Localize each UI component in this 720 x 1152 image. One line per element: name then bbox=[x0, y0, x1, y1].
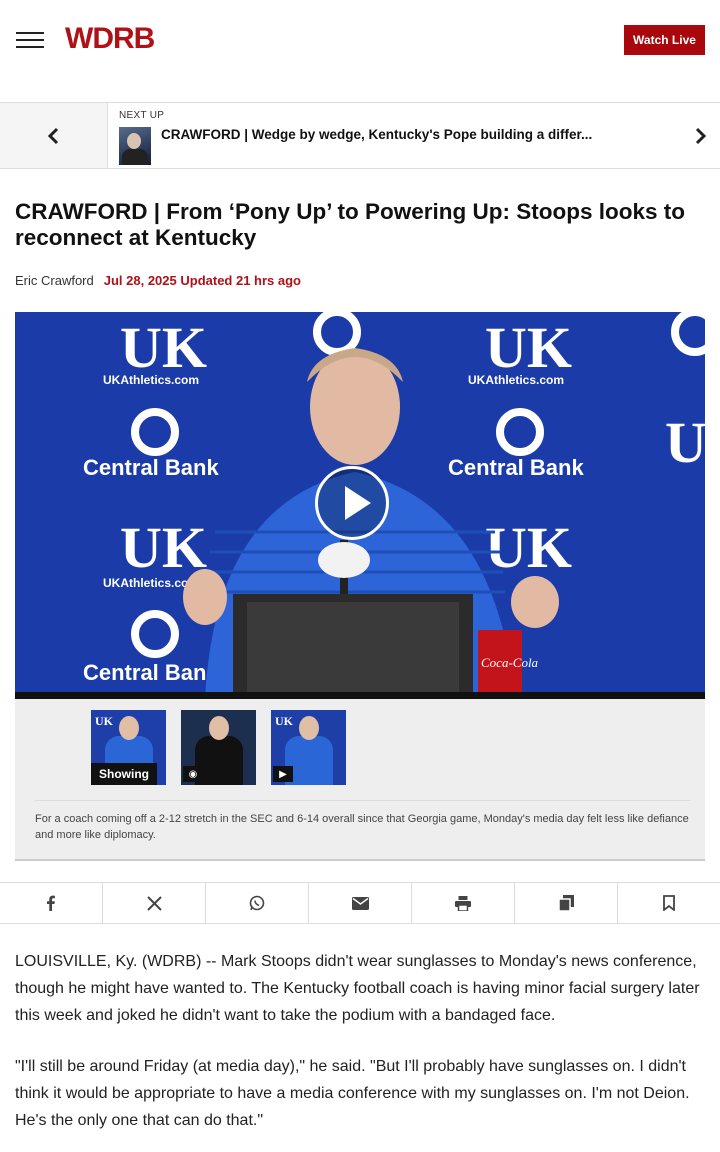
copy-link-button[interactable] bbox=[515, 883, 618, 923]
x-share-button[interactable] bbox=[103, 883, 206, 923]
video-player[interactable]: UK UK UK UK UK UKAthletics.com UKAthleti… bbox=[15, 312, 705, 699]
svg-text:Coca-Cola: Coca-Cola bbox=[481, 655, 539, 670]
play-icon: ▶ bbox=[273, 766, 293, 782]
bookmark-button[interactable] bbox=[618, 883, 720, 923]
article-paragraph: LOUISVILLE, Ky. (WDRB) -- Mark Stoops di… bbox=[15, 953, 700, 1024]
camera-icon: ◉ bbox=[183, 766, 203, 782]
share-toolbar bbox=[0, 882, 720, 924]
print-icon bbox=[455, 895, 471, 911]
email-icon bbox=[351, 896, 369, 910]
article-headline: CRAWFORD | From ‘Pony Up’ to Powering Up… bbox=[15, 199, 686, 250]
gallery-thumb-video-showing[interactable]: UK Showing bbox=[91, 710, 166, 785]
byline: Eric Crawford Jul 28, 2025 Updated 21 hrs… bbox=[15, 273, 301, 288]
next-button[interactable] bbox=[680, 103, 720, 168]
site-header: WDRB Watch Live bbox=[0, 0, 720, 80]
publish-date: Jul 28, 2025 Updated 21 hrs ago bbox=[103, 273, 301, 288]
facebook-share-button[interactable] bbox=[0, 883, 103, 923]
watch-live-button[interactable]: Watch Live bbox=[624, 25, 705, 55]
backdrop-sponsor-1: Central Bank bbox=[83, 455, 219, 480]
backdrop-url-2: UKAthletics.com bbox=[468, 373, 564, 387]
chevron-right-icon bbox=[695, 127, 707, 144]
article-paragraph: "I'll still be around Friday (at media d… bbox=[15, 1058, 690, 1129]
next-up-bar: NEXT UP CRAWFORD | Wedge by wedge, Kentu… bbox=[0, 102, 720, 169]
whatsapp-icon bbox=[249, 895, 265, 911]
whatsapp-share-button[interactable] bbox=[206, 883, 309, 923]
photo-caption: For a coach coming off a 2-12 stretch in… bbox=[35, 800, 691, 843]
menu-icon[interactable] bbox=[16, 31, 44, 49]
play-button[interactable] bbox=[315, 466, 389, 540]
svg-text:UK: UK bbox=[665, 410, 705, 475]
facebook-icon bbox=[47, 895, 55, 911]
author-link[interactable]: Eric Crawford bbox=[15, 273, 94, 288]
print-button[interactable] bbox=[412, 883, 515, 923]
email-share-button[interactable] bbox=[309, 883, 412, 923]
next-up-thumbnail[interactable] bbox=[119, 127, 151, 165]
x-icon bbox=[146, 895, 162, 911]
bookmark-icon bbox=[663, 895, 675, 911]
previous-button[interactable] bbox=[0, 103, 108, 168]
svg-text:UK: UK bbox=[485, 315, 572, 380]
backdrop-sponsor-3: Central Bank bbox=[83, 660, 219, 685]
site-logo[interactable]: WDRB bbox=[65, 22, 155, 56]
backdrop-url-1: UKAthletics.com bbox=[103, 373, 199, 387]
next-up-title[interactable]: CRAWFORD | Wedge by wedge, Kentucky's Po… bbox=[161, 127, 671, 142]
svg-text:UK: UK bbox=[485, 515, 572, 580]
gallery-thumb-video[interactable]: UK ▶ bbox=[271, 710, 346, 785]
chevron-left-icon bbox=[47, 127, 58, 144]
media-gallery: UK Showing ◉ UK ▶ For a coach coming off… bbox=[15, 699, 705, 861]
showing-badge: Showing bbox=[91, 763, 157, 785]
next-up-label: NEXT UP bbox=[119, 110, 165, 121]
svg-text:UK: UK bbox=[120, 315, 207, 380]
backdrop-sponsor-2: Central Bank bbox=[448, 455, 584, 480]
svg-text:UK: UK bbox=[120, 515, 207, 580]
gallery-thumb-photo[interactable]: ◉ bbox=[181, 710, 256, 785]
copy-icon bbox=[558, 895, 574, 911]
